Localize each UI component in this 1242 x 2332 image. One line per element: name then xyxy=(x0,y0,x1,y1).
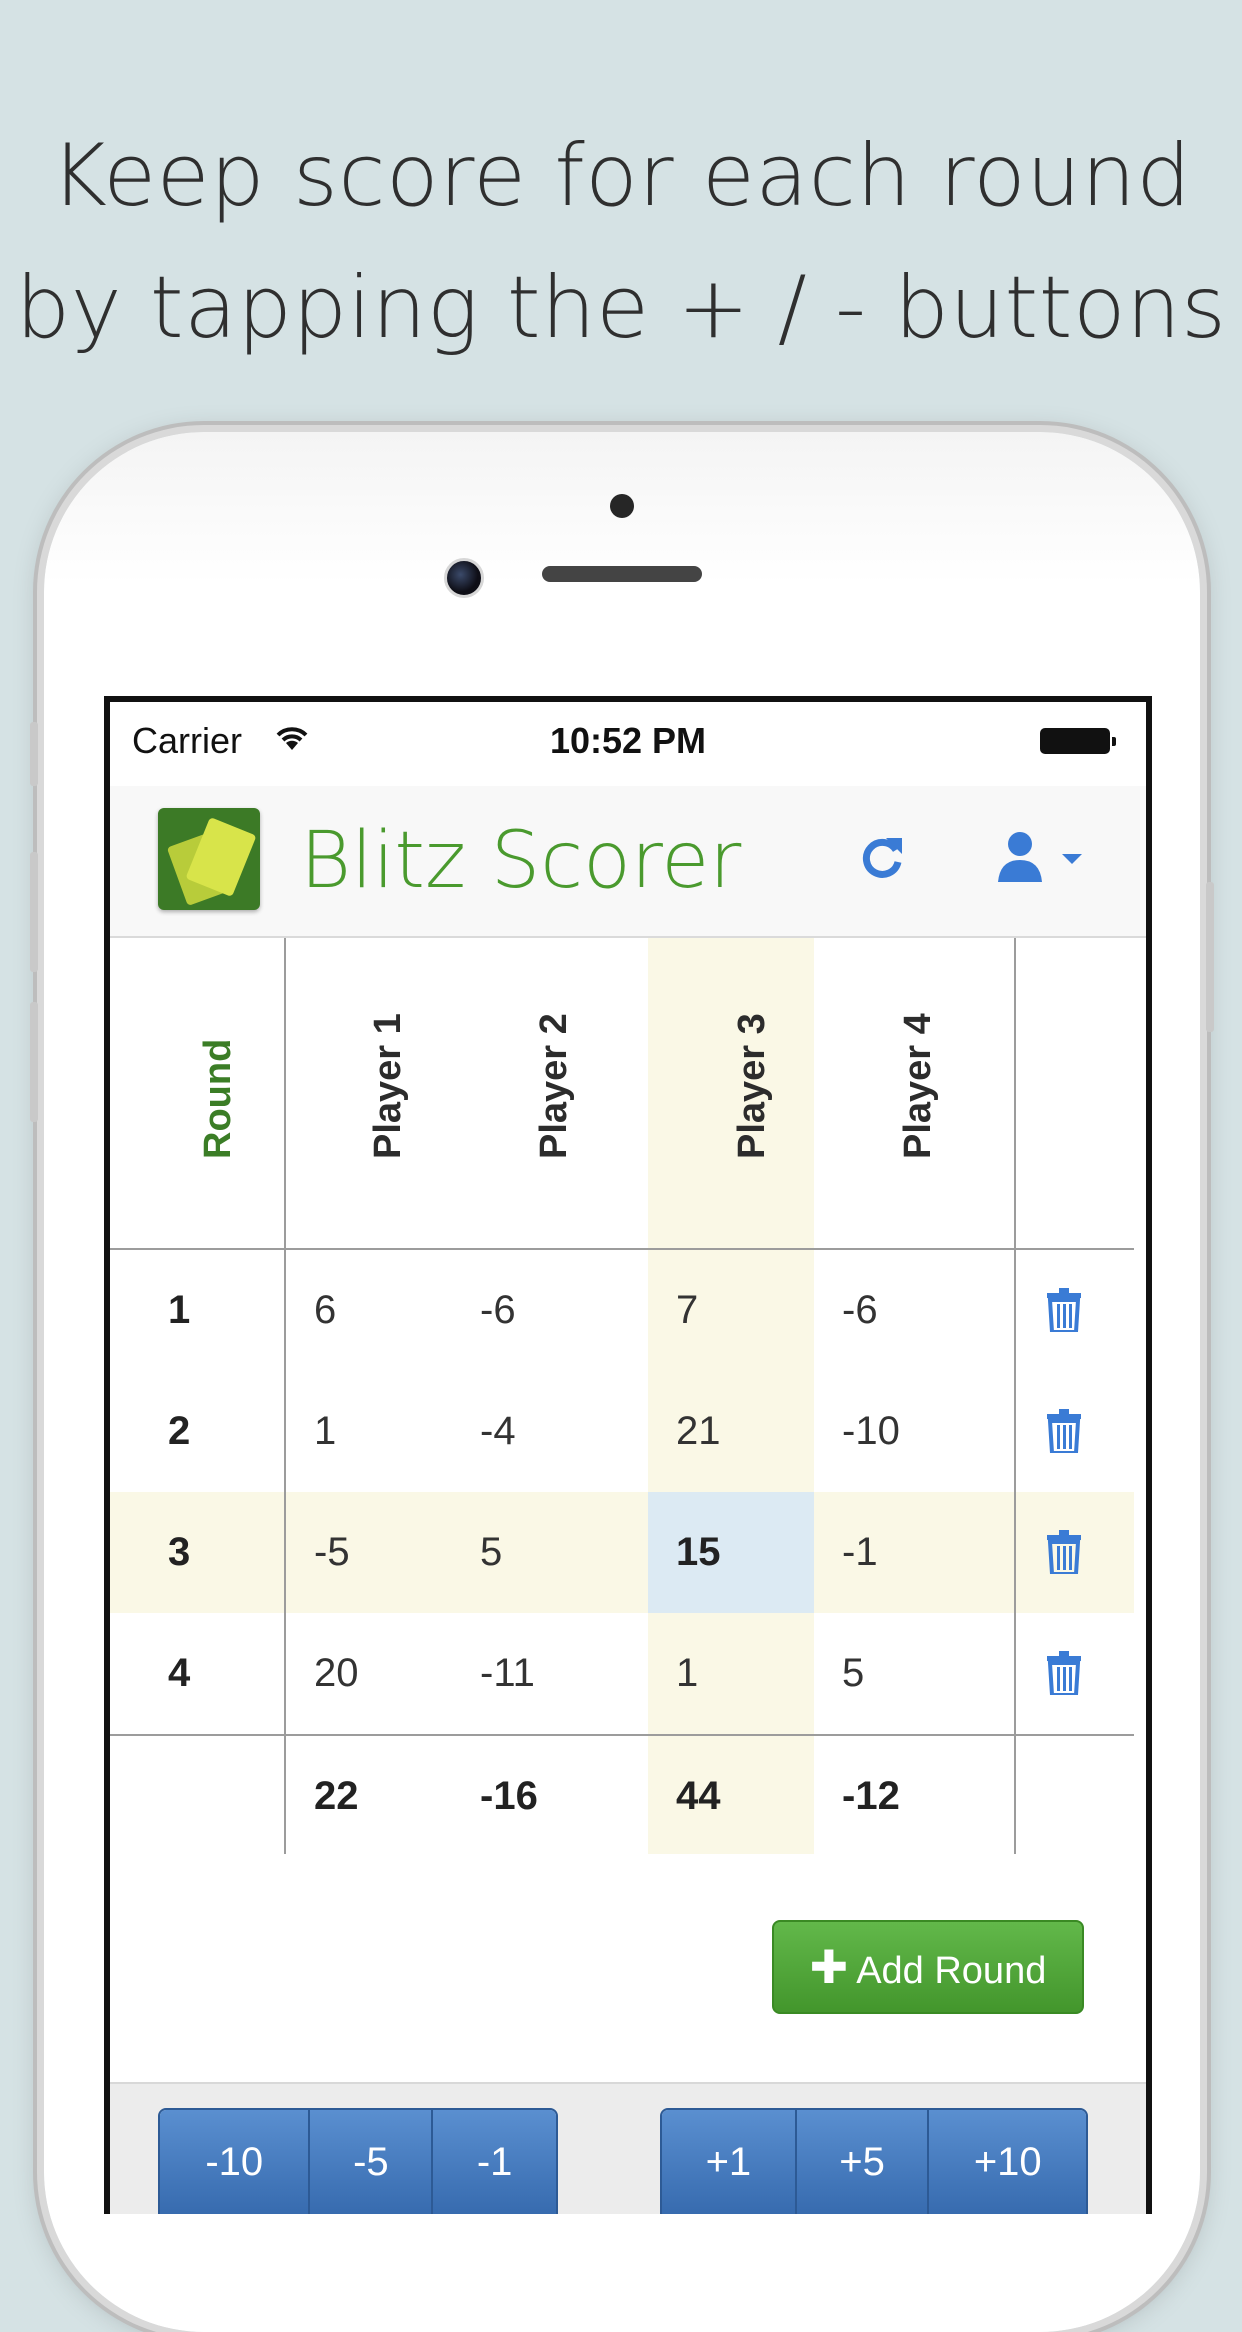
app-logo[interactable] xyxy=(158,808,260,910)
header-player-1[interactable]: Player 1 xyxy=(284,938,450,1248)
column-divider xyxy=(284,938,286,1854)
plus-5-button[interactable]: +5 xyxy=(796,2110,930,2214)
table-row-selected: 3 -5 5 15 -1 xyxy=(110,1492,1134,1613)
round-number: 3 xyxy=(168,1530,191,1574)
delete-round-icon[interactable] xyxy=(1046,1409,1082,1453)
score-cell[interactable]: 1 xyxy=(314,1371,336,1492)
score-cell[interactable]: 5 xyxy=(842,1613,864,1734)
plus-1-button[interactable]: +1 xyxy=(662,2110,797,2214)
caption-line-1: Keep score for each round xyxy=(50,126,1192,226)
column-divider xyxy=(1014,938,1016,1854)
score-cell[interactable]: 6 xyxy=(314,1250,336,1371)
total-cell: -16 xyxy=(480,1774,538,1818)
table-row: 2 1 -4 21 -10 xyxy=(110,1371,1134,1492)
front-camera xyxy=(444,558,484,598)
round-number: 2 xyxy=(168,1409,191,1453)
score-cell[interactable]: 5 xyxy=(480,1492,502,1613)
score-cell[interactable]: 20 xyxy=(314,1613,359,1734)
delete-round-icon[interactable] xyxy=(1046,1288,1082,1332)
round-number: 1 xyxy=(168,1288,191,1332)
total-cell: 44 xyxy=(676,1774,721,1818)
score-cell[interactable]: -10 xyxy=(842,1371,900,1492)
totals-row: 22 -16 44 -12 xyxy=(110,1736,1134,1857)
status-bar: Carrier 10:52 PM xyxy=(110,702,1146,786)
plus-10-button[interactable]: +10 xyxy=(929,2110,1086,2214)
round-number: 4 xyxy=(168,1651,191,1695)
total-cell: 22 xyxy=(314,1774,359,1818)
mute-switch xyxy=(30,722,38,786)
delete-round-icon[interactable] xyxy=(1046,1651,1082,1695)
minus-10-button[interactable]: -10 xyxy=(160,2110,311,2214)
earpiece-speaker xyxy=(542,566,702,582)
score-cell[interactable]: 21 xyxy=(676,1371,721,1492)
score-cell[interactable]: 7 xyxy=(676,1250,698,1371)
add-round-button[interactable]: ✚ Add Round xyxy=(772,1920,1084,2014)
add-round-label: Add Round xyxy=(856,1950,1047,1992)
score-cell[interactable]: -1 xyxy=(842,1492,878,1613)
power-button xyxy=(1206,882,1214,1032)
proximity-sensor xyxy=(610,494,634,518)
battery-icon xyxy=(1040,728,1116,754)
score-cell[interactable]: -6 xyxy=(480,1250,516,1371)
navbar: Blitz Scorer xyxy=(110,786,1146,938)
decrement-button-group: -10 -5 -1 xyxy=(158,2108,558,2214)
user-menu-icon[interactable] xyxy=(996,830,1096,886)
score-cell[interactable]: -6 xyxy=(842,1250,878,1371)
promo-caption: Keep score for each round by tapping the… xyxy=(0,110,1242,374)
volume-up-button xyxy=(30,852,38,972)
score-adjust-bar: -10 -5 -1 +1 +5 +10 xyxy=(110,2082,1146,2214)
score-cell[interactable]: 1 xyxy=(676,1613,698,1734)
app-screen: Carrier 10:52 PM Blitz Scorer Round Play… xyxy=(104,696,1152,2214)
score-cell[interactable]: -5 xyxy=(314,1492,350,1613)
increment-button-group: +1 +5 +10 xyxy=(660,2108,1088,2214)
clock: 10:52 PM xyxy=(549,720,707,761)
total-cell: -12 xyxy=(842,1774,900,1818)
minus-1-button[interactable]: -1 xyxy=(433,2110,556,2214)
minus-5-button[interactable]: -5 xyxy=(310,2110,434,2214)
header-player-3[interactable]: Player 3 xyxy=(648,938,814,1248)
table-row: 4 20 -11 1 5 xyxy=(110,1613,1134,1734)
header-player-2[interactable]: Player 2 xyxy=(450,938,616,1248)
active-score-cell[interactable]: 15 xyxy=(648,1492,814,1613)
score-cell[interactable]: -11 xyxy=(480,1613,535,1734)
volume-down-button xyxy=(30,1002,38,1122)
header-player-4[interactable]: Player 4 xyxy=(814,938,980,1248)
app-title[interactable]: Blitz Scorer xyxy=(300,816,741,906)
caption-line-2: by tapping the + / - buttons xyxy=(15,258,1227,358)
plus-icon: ✚ xyxy=(809,1941,849,1993)
delete-round-icon[interactable] xyxy=(1046,1530,1082,1574)
header-round: Round xyxy=(197,1038,239,1159)
refresh-icon[interactable] xyxy=(856,832,908,884)
score-cell[interactable]: -4 xyxy=(480,1371,516,1492)
table-row: 1 6 -6 7 -6 xyxy=(110,1250,1134,1371)
